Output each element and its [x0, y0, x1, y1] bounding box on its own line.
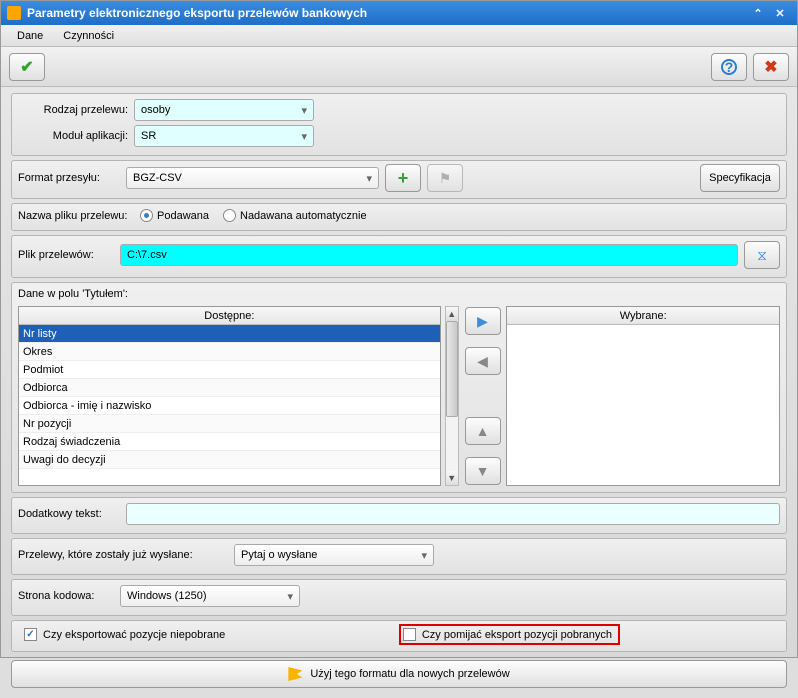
- wybrane-listbox[interactable]: Wybrane:: [506, 306, 780, 486]
- radio-nadawana[interactable]: [223, 209, 236, 222]
- dodatkowy-tekst-panel: Dodatkowy tekst:: [11, 497, 787, 534]
- list-item[interactable]: Odbiorca - imię i nazwisko: [19, 397, 440, 415]
- rodzaj-przelewu-value: osoby: [141, 104, 170, 116]
- list-item[interactable]: Nr pozycji: [19, 415, 440, 433]
- main-window: Parametry elektronicznego eksportu przel…: [0, 0, 798, 658]
- tytulem-panel: Dane w polu 'Tytułem': Dostępne: Nr list…: [11, 282, 787, 493]
- titlebar: Parametry elektronicznego eksportu przel…: [1, 1, 797, 25]
- format-przesylu-select[interactable]: BGZ-CSV: [126, 167, 379, 189]
- przelewy-wyslane-label: Przelewy, które zostały już wysłane:: [18, 549, 228, 561]
- eksportowac-niepobrane-row: Czy eksportować pozycje niepobrane: [18, 624, 231, 645]
- pomijac-pobrane-checkbox[interactable]: [403, 628, 416, 641]
- modul-aplikacji-select[interactable]: SR: [134, 125, 314, 147]
- pomijac-pobrane-label: Czy pomijać eksport pozycji pobranych: [422, 629, 612, 641]
- strona-kodowa-select[interactable]: Windows (1250): [120, 585, 300, 607]
- menu-czynnosci[interactable]: Czynności: [53, 27, 124, 45]
- strona-kodowa-value: Windows (1250): [127, 590, 206, 602]
- nazwa-pliku-panel: Nazwa pliku przelewu: Podawana Nadawana …: [11, 203, 787, 231]
- help-button[interactable]: ?: [711, 53, 747, 81]
- highlighted-option: Czy pomijać eksport pozycji pobranych: [399, 624, 620, 645]
- dodatkowy-tekst-label: Dodatkowy tekst:: [18, 508, 120, 520]
- przelewy-wyslane-panel: Przelewy, które zostały już wysłane: Pyt…: [11, 538, 787, 575]
- plik-przelewow-input[interactable]: C:\7.csv: [120, 244, 738, 266]
- add-format-button[interactable]: +: [385, 164, 421, 192]
- scroll-track[interactable]: [446, 321, 458, 471]
- accept-button[interactable]: ✔: [9, 53, 45, 81]
- rodzaj-przelewu-label: Rodzaj przelewu:: [18, 104, 128, 116]
- dostepne-items: Nr listy Okres Podmiot Odbiorca Odbiorca…: [19, 325, 440, 485]
- move-down-button[interactable]: ▼: [465, 457, 501, 485]
- eksportowac-niepobrane-checkbox[interactable]: [24, 628, 37, 641]
- list-item[interactable]: Okres: [19, 343, 440, 361]
- dodatkowy-tekst-input[interactable]: [126, 503, 780, 525]
- move-up-button[interactable]: ▲: [465, 417, 501, 445]
- uzyj-formatu-label: Użyj tego formatu dla nowych przelewów: [310, 668, 509, 680]
- check-icon: ✔: [20, 57, 33, 77]
- specyfikacja-label: Specyfikacja: [709, 172, 771, 184]
- move-right-button[interactable]: ▶: [465, 307, 501, 335]
- menubar: Dane Czynności: [1, 25, 797, 47]
- toolbar: ✔ ? ✖: [1, 47, 797, 87]
- content-area: Rodzaj przelewu: osoby Moduł aplikacji: …: [1, 87, 797, 698]
- radio-nadawana-label: Nadawana automatycznie: [240, 210, 367, 222]
- rodzaj-przelewu-select[interactable]: osoby: [134, 99, 314, 121]
- close-icon: ✖: [764, 57, 777, 77]
- scroll-up-button[interactable]: ▲: [446, 307, 458, 321]
- nazwa-pliku-radio-group: Podawana Nadawana automatycznie: [140, 209, 367, 222]
- nazwa-pliku-label: Nazwa pliku przelewu:: [18, 210, 134, 222]
- wybrane-items: [507, 325, 779, 485]
- scroll-thumb[interactable]: [446, 321, 458, 417]
- modul-aplikacji-label: Moduł aplikacji:: [18, 130, 128, 142]
- dane-w-polu-label: Dane w polu 'Tytułem':: [18, 286, 780, 302]
- radio-podawana[interactable]: [140, 209, 153, 222]
- flag-icon: ⚑: [439, 170, 452, 187]
- uzyj-formatu-button[interactable]: Użyj tego formatu dla nowych przelewów: [11, 660, 787, 688]
- modul-aplikacji-value: SR: [141, 130, 156, 142]
- dual-list-picker: Dostępne: Nr listy Okres Podmiot Odbiorc…: [18, 306, 780, 486]
- radio-podawana-label: Podawana: [157, 210, 209, 222]
- wybrane-header: Wybrane:: [507, 307, 779, 325]
- close-button[interactable]: ✕: [769, 4, 791, 22]
- strona-kodowa-panel: Strona kodowa: Windows (1250): [11, 579, 787, 616]
- flag-icon: [288, 667, 302, 681]
- dostepne-header: Dostępne:: [19, 307, 440, 325]
- transfer-buttons: ▶ ◀ ▲ ▼: [463, 306, 503, 486]
- plik-przelewow-label: Plik przelewów:: [18, 249, 114, 261]
- plik-przelewow-value: C:\7.csv: [127, 249, 167, 261]
- window-title: Parametry elektronicznego eksportu przel…: [27, 6, 747, 20]
- cancel-button[interactable]: ✖: [753, 53, 789, 81]
- format-przesylu-label: Format przesyłu:: [18, 172, 120, 184]
- list-item[interactable]: Nr listy: [19, 325, 440, 343]
- format-przesylu-value: BGZ-CSV: [133, 172, 182, 184]
- strona-kodowa-label: Strona kodowa:: [18, 590, 114, 602]
- scroll-down-button[interactable]: ▼: [446, 471, 458, 485]
- checkboxes-panel: Czy eksportować pozycje niepobrane Czy p…: [11, 620, 787, 652]
- basic-panel: Rodzaj przelewu: osoby Moduł aplikacji: …: [11, 93, 787, 156]
- przelewy-wyslane-value: Pytaj o wysłane: [241, 549, 317, 561]
- app-icon: [7, 6, 21, 20]
- dostepne-scrollbar[interactable]: ▲ ▼: [445, 306, 459, 486]
- przelewy-wyslane-select[interactable]: Pytaj o wysłane: [234, 544, 434, 566]
- format-panel: Format przesyłu: BGZ-CSV + ⚑ Specyfikacj…: [11, 160, 787, 199]
- eksportowac-niepobrane-label: Czy eksportować pozycje niepobrane: [43, 629, 225, 641]
- bottom-button-row: Użyj tego formatu dla nowych przelewów: [11, 660, 787, 688]
- dostepne-listbox[interactable]: Dostępne: Nr listy Okres Podmiot Odbiorc…: [18, 306, 441, 486]
- plik-przelewow-panel: Plik przelewów: C:\7.csv ⧖: [11, 235, 787, 278]
- plus-icon: +: [398, 168, 409, 189]
- list-item[interactable]: Rodzaj świadczenia: [19, 433, 440, 451]
- browse-button[interactable]: ⧖: [744, 241, 780, 269]
- help-icon: ?: [721, 59, 737, 75]
- list-item[interactable]: Uwagi do decyzji: [19, 451, 440, 469]
- list-item[interactable]: Podmiot: [19, 361, 440, 379]
- specyfikacja-button[interactable]: Specyfikacja: [700, 164, 780, 192]
- move-left-button[interactable]: ◀: [465, 347, 501, 375]
- menu-dane[interactable]: Dane: [7, 27, 53, 45]
- minimize-button[interactable]: ⌃: [747, 4, 769, 22]
- list-item[interactable]: Odbiorca: [19, 379, 440, 397]
- flag-button[interactable]: ⚑: [427, 164, 463, 192]
- hourglass-icon: ⧖: [757, 247, 767, 264]
